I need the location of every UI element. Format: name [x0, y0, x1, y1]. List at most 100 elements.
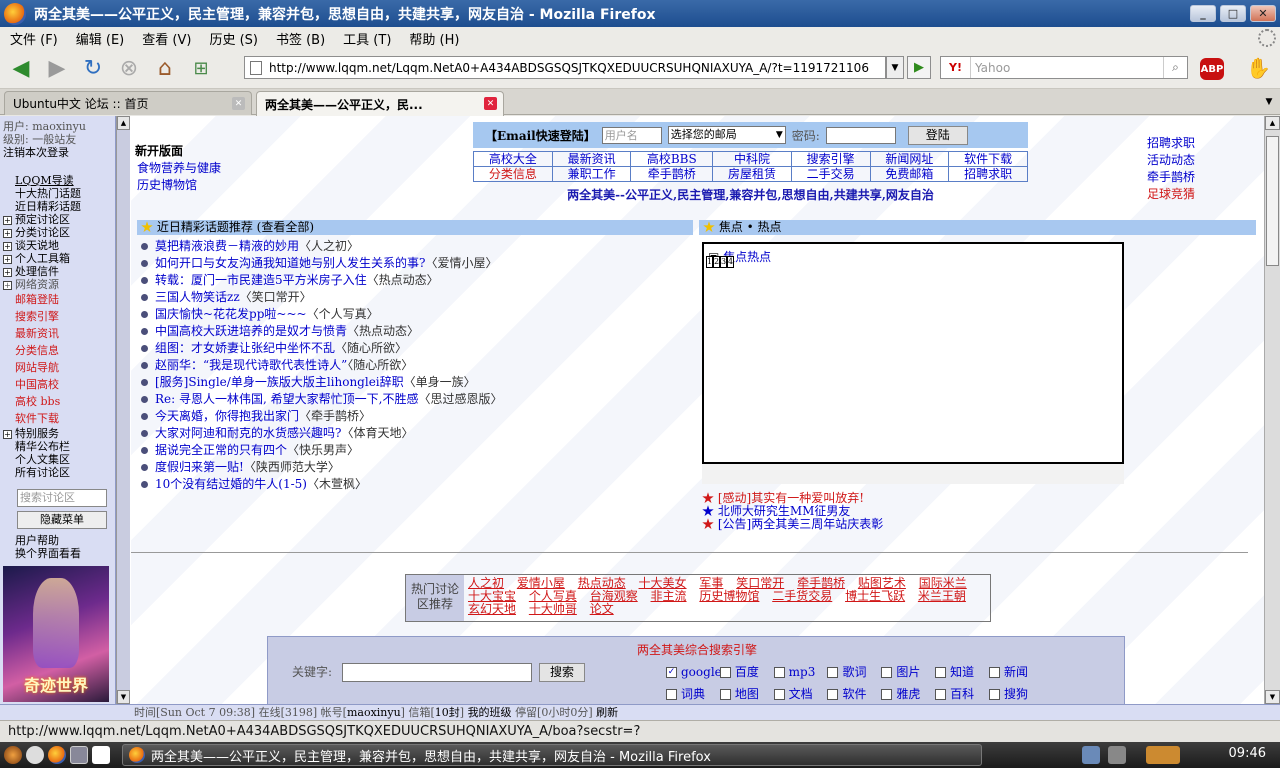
checkbox[interactable]	[935, 689, 947, 700]
right-link[interactable]: 招聘求职	[1147, 134, 1195, 151]
email-username-input[interactable]: 用户名	[601, 126, 662, 144]
search-option[interactable]: 图片	[881, 661, 931, 683]
menu-history[interactable]: 历史 (S)	[203, 29, 270, 48]
search-option[interactable]: 雅虎	[881, 683, 931, 705]
news-text[interactable]: [感动]其实有一种爱叫放弃!	[718, 491, 864, 505]
hot-board-link[interactable]: 非主流	[651, 589, 687, 603]
checkbox[interactable]	[827, 667, 839, 678]
go-button[interactable]: ▶	[907, 56, 931, 79]
sidebar-red-link[interactable]: 最新资讯	[0, 325, 115, 342]
hot-board-link[interactable]: 十大美女	[639, 576, 687, 590]
quick-link[interactable]: 兼职工作	[551, 166, 632, 182]
search-option[interactable]: 百科	[935, 683, 985, 705]
list-item[interactable]: 如何开口与女友沟通我知道她与别人发生关系的事?〈爱情小屋〉	[141, 255, 502, 272]
hot-board-link[interactable]: 米兰王朝	[918, 589, 966, 603]
volume-icon[interactable]	[1108, 746, 1126, 764]
slide-number[interactable]: 3	[720, 256, 727, 268]
list-item[interactable]: Re: 寻恩人一林伟国, 希望大家帮忙顶一下,不胜感〈思过感恩版〉	[141, 391, 502, 408]
sidebar-group[interactable]: + 分类讨论区	[0, 226, 115, 239]
topic-title[interactable]: 国庆愉快~花花发pp啦~~~	[155, 307, 307, 321]
search-option[interactable]: 软件	[827, 683, 877, 705]
topic-board[interactable]: 〈人之初〉	[299, 239, 359, 253]
board-search-input[interactable]: 搜索讨论区	[17, 489, 107, 507]
top10-link[interactable]: 十大热门话题	[0, 187, 115, 200]
search-option[interactable]: 文档	[773, 683, 824, 705]
quick-link[interactable]: 免费邮箱	[869, 166, 950, 182]
menu-file[interactable]: 文件 (F)	[4, 29, 70, 48]
menu-tools[interactable]: 工具 (T)	[337, 29, 403, 48]
hot-board-link[interactable]: 十大帅哥	[529, 602, 577, 616]
network-icon[interactable]	[1082, 746, 1100, 764]
search-option[interactable]: 歌词	[827, 661, 877, 683]
list-item[interactable]: 据说完全正常的只有四个〈快乐男声〉	[141, 442, 502, 459]
sidebar-red-link[interactable]: 中国高校	[0, 376, 115, 393]
list-item[interactable]: 中国高校大跃进培养的是奴才与愤青〈热点动态〉	[141, 323, 502, 340]
hot-board-link[interactable]: 爱情小屋	[517, 576, 565, 590]
topic-title[interactable]: 10个没有结过婚的牛人(1-5)	[155, 477, 307, 491]
sidebar-group[interactable]: + 特别服务	[0, 427, 115, 440]
right-link[interactable]: 活动动态	[1147, 151, 1195, 168]
desktop-icon[interactable]	[92, 746, 110, 764]
tab-ubuntu[interactable]: Ubuntu中文 论坛 :: 首页 ✕	[4, 91, 252, 115]
quick-link[interactable]: 高校BBS	[630, 151, 714, 167]
url-dropdown-icon[interactable]: ▼	[886, 56, 904, 79]
topic-title[interactable]: 如何开口与女友沟通我知道她与别人发生关系的事?	[155, 256, 425, 270]
checkbox-checked[interactable]: ✓	[666, 667, 677, 678]
clock[interactable]: 09:46	[1229, 746, 1266, 761]
checkbox[interactable]	[719, 689, 731, 700]
reload-icon[interactable]: ↻	[78, 54, 108, 84]
hot-board-link[interactable]: 军事	[699, 576, 723, 590]
topic-title[interactable]: 大家对阿迪和耐克的水货感兴趣吗?	[155, 426, 341, 440]
sidebar-extra-link[interactable]: 精华公布栏	[0, 440, 115, 453]
search-engine-icon[interactable]: Y!	[941, 57, 971, 78]
sidebar-scrollbar[interactable]: ▲ ▼	[116, 116, 130, 704]
hot-board-link[interactable]: 论文	[590, 602, 614, 616]
slide-number[interactable]: 1	[706, 256, 713, 268]
topic-title[interactable]: Re: 寻恩人一林伟国, 希望大家帮忙顶一下,不胜感	[155, 392, 418, 406]
slide-number[interactable]: 2	[713, 256, 720, 268]
minimize-button[interactable]: _	[1190, 5, 1216, 22]
search-option[interactable]: 新闻	[988, 661, 1039, 683]
sidebar-extra-link[interactable]: 个人文集区	[0, 453, 115, 466]
quick-link[interactable]: 招聘求职	[948, 166, 1028, 182]
search-button[interactable]: 搜索	[539, 663, 585, 682]
home-icon[interactable]: ⌂	[150, 54, 180, 84]
checkbox[interactable]	[719, 667, 731, 678]
plus-icon[interactable]: +	[3, 267, 12, 277]
sidebar-group[interactable]: + 处理信件	[0, 265, 115, 278]
news-text[interactable]: [公告]两全其美三周年站庆表彰	[718, 517, 883, 531]
hot-board-link[interactable]: 人之初	[468, 576, 504, 590]
firefox-tray-icon[interactable]	[1146, 746, 1180, 764]
hide-menu-button[interactable]: 隐藏菜单	[17, 511, 107, 529]
new-board-link[interactable]: 食物营养与健康	[135, 159, 221, 176]
plus-icon[interactable]: +	[3, 429, 12, 439]
start-menu-icon[interactable]	[4, 746, 22, 764]
topic-title[interactable]: 莫把精液浪费－精液的妙用	[155, 239, 299, 253]
back-arrow-icon[interactable]: ◀	[6, 54, 36, 84]
plus-icon[interactable]: +	[3, 241, 12, 251]
checkbox[interactable]	[773, 689, 785, 700]
quick-link[interactable]: 房屋租赁	[712, 166, 792, 182]
topic-board[interactable]: 〈个人写真〉	[307, 307, 379, 321]
slide-number[interactable]: 4	[727, 256, 734, 268]
topic-title[interactable]: 度假归来第一贴!	[155, 460, 244, 474]
focus-slideshow[interactable]: ▣ 焦点热点 1 2 3 4	[702, 242, 1124, 464]
quick-link[interactable]: 中科院	[712, 151, 792, 167]
topic-board[interactable]: 〈木萱枫〉	[307, 477, 367, 491]
main-scrollbar[interactable]: ▲ ▼	[1264, 116, 1280, 704]
list-item[interactable]: 今天离婚，你得抱我出家门〈牵手鹊桥〉	[141, 408, 502, 425]
terminal-icon[interactable]	[70, 746, 88, 764]
search-option[interactable]: ✓ google	[666, 661, 722, 683]
sidebar-red-link[interactable]: 邮箱登陆	[0, 291, 115, 308]
news-item[interactable]: ★ [公告]两全其美三周年站庆表彰	[702, 518, 883, 531]
menu-bookmarks[interactable]: 书签 (B)	[270, 29, 337, 48]
recent-link[interactable]: 近日精彩话题	[0, 200, 115, 213]
hot-board-link[interactable]: 玄幻天地	[468, 602, 516, 616]
stop-icon[interactable]: ⊗	[114, 54, 144, 84]
status-mail[interactable]: 10封	[435, 706, 460, 719]
scroll-up-icon[interactable]: ▲	[1265, 116, 1280, 130]
quick-link[interactable]: 最新资讯	[551, 151, 632, 167]
list-item[interactable]: 组图：才女娇妻让张纪中坐怀不乱〈随心所欲〉	[141, 340, 502, 357]
hot-board-link[interactable]: 二手货交易	[772, 589, 832, 603]
new-board-link[interactable]: 历史博物馆	[135, 176, 221, 193]
